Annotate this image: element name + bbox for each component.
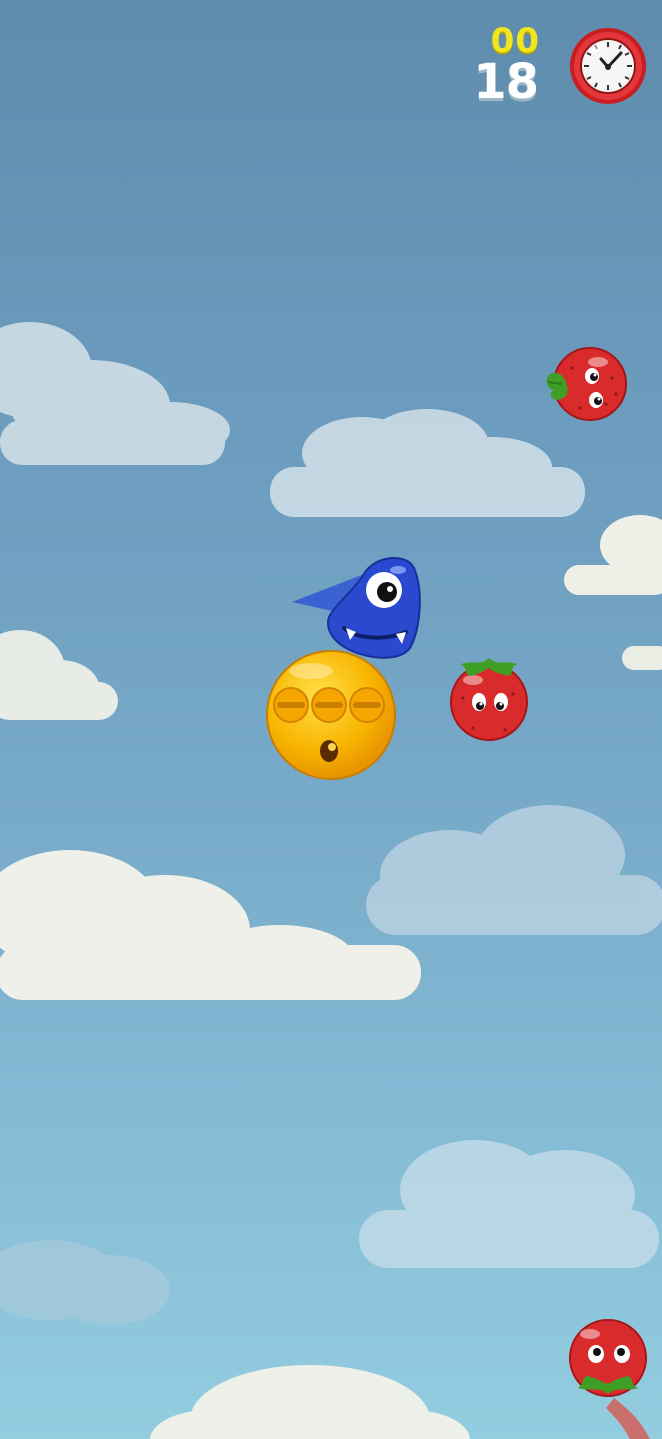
cloud xyxy=(0,630,118,720)
cloud xyxy=(564,515,662,595)
score-counter: 18 xyxy=(473,54,539,110)
stopwatch-icon[interactable] xyxy=(568,26,648,106)
hud: 00 18 xyxy=(473,21,648,112)
tomato-icon xyxy=(569,1319,650,1439)
cloud xyxy=(0,322,230,465)
cloud xyxy=(366,805,662,935)
tomato-icon xyxy=(450,658,528,741)
cloud xyxy=(622,646,662,670)
coin-counter: 00 xyxy=(490,21,540,61)
cloud xyxy=(150,1365,470,1439)
yellow-face-bubble-icon xyxy=(266,650,396,780)
cloud xyxy=(359,1140,659,1268)
game-scene[interactable]: 00 18 xyxy=(0,0,662,1439)
cloud xyxy=(0,1240,170,1325)
tomato-icon xyxy=(546,347,627,421)
